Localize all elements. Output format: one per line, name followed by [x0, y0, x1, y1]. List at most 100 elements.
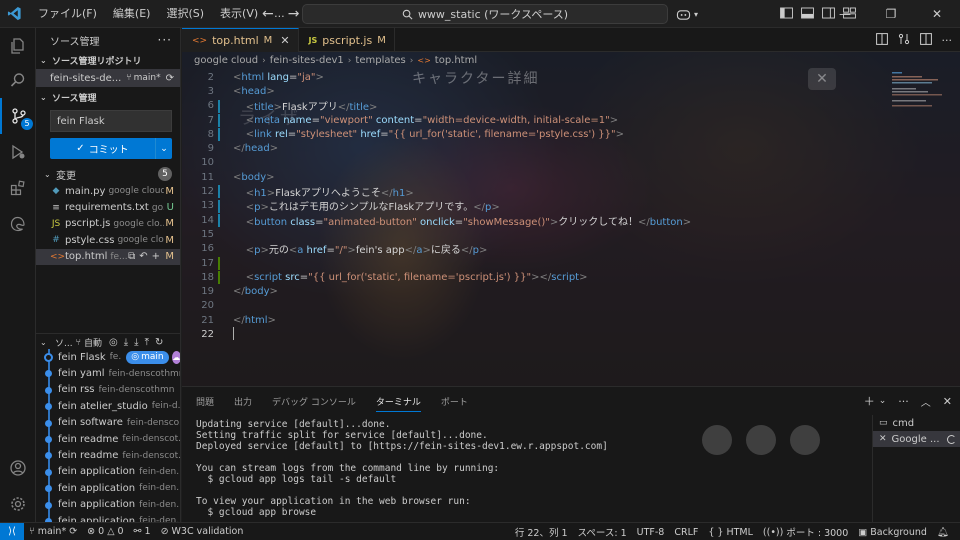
panel-tab[interactable]: ターミナル [375, 395, 421, 412]
graph-commit-row[interactable]: fein application fein-den... [36, 480, 180, 496]
status-ports[interactable]: ⚯ 1 [129, 526, 156, 537]
status-encoding[interactable]: UTF-8 [632, 527, 670, 538]
more-actions-icon[interactable]: ··· [158, 33, 172, 47]
command-center[interactable]: www_static (ワークスペース) [302, 4, 668, 24]
repository-row[interactable]: fein-sites-de... ⑂ main* ⟳ [36, 69, 180, 87]
search-icon[interactable] [0, 62, 36, 98]
panel-tab[interactable]: 問題 [196, 395, 214, 408]
status-branch[interactable]: ⑂ main* ⟳ [24, 526, 82, 537]
panel-tab[interactable]: 出力 [234, 395, 252, 408]
code-editor[interactable]: 2 <html lang="ja"> 3 <head> 6 <title>Flaskアプ… [182, 70, 960, 342]
graph-commit-row[interactable]: fein application fein-den... [36, 513, 180, 522]
chevron-down-icon[interactable]: ⌄ [879, 396, 887, 406]
commit-message-input[interactable]: fein Flask [50, 110, 172, 132]
graph-commit-row[interactable]: fein softwarefein-densco... [36, 415, 180, 431]
explorer-icon[interactable] [0, 28, 36, 64]
tab-top-html[interactable]: <> top.html M ✕ [182, 28, 299, 52]
status-background[interactable]: ▣ Background [853, 527, 932, 538]
status-eol[interactable]: CRLF [669, 527, 703, 538]
commit-button[interactable]: ✓ コミット [50, 138, 155, 159]
menu-file[interactable]: ファイル(F) [30, 0, 105, 28]
notifications-bell-icon[interactable]: 🔔︎ [932, 527, 954, 538]
status-cursor-position[interactable]: 行 22、列 1 [510, 525, 573, 539]
changed-file-row[interactable]: ◆ main.pygoogle cloud...M [36, 183, 180, 199]
menu-selection[interactable]: 選択(S) [158, 0, 212, 28]
close-icon[interactable]: ✕ [914, 0, 960, 28]
commit-dropdown-button[interactable]: ⌄ [155, 138, 172, 159]
gutter-added-marker[interactable] [218, 271, 220, 285]
refresh-icon[interactable]: ↻ [155, 337, 163, 348]
breadcrumb-item[interactable]: top.html [435, 55, 477, 66]
terminal-output[interactable]: Updating service [default]...done. Settin… [196, 419, 846, 518]
edge-devtools-icon[interactable] [0, 206, 36, 242]
panel-tab[interactable]: ポート [441, 395, 468, 408]
gutter-modified-marker[interactable] [218, 128, 220, 142]
manage-gear-icon[interactable] [0, 486, 36, 522]
fetch-icon[interactable]: ⤓ [124, 337, 128, 348]
menu-view[interactable]: 表示(V) [212, 0, 266, 28]
maximize-panel-icon[interactable]: ︿ [921, 394, 931, 409]
graph-commit-row[interactable]: fein readme fein-denscot... [36, 431, 180, 447]
status-w3c-validation[interactable]: ⊘ W3C validation [156, 526, 249, 537]
open-file-icon[interactable]: ⧉ [128, 251, 135, 262]
breadcrumb-item[interactable]: templates [355, 55, 405, 66]
open-preview-icon[interactable] [875, 32, 888, 48]
more-actions-icon[interactable]: ··· [942, 34, 953, 47]
back-arrow-icon[interactable]: ← [262, 6, 274, 22]
changed-file-row[interactable]: ≡ requirements.txtgo...U [36, 199, 180, 215]
sync-icon[interactable]: ⟳ [166, 73, 174, 84]
discard-changes-icon[interactable]: ↶ [139, 251, 147, 262]
pull-icon[interactable]: ⤓ [134, 337, 138, 348]
changed-file-row[interactable]: JS pscript.js google clo... M [36, 216, 180, 232]
repositories-section-header[interactable]: ⌄ ソース管理リポジトリ [36, 52, 180, 69]
graph-commit-row[interactable]: fein rss fein-denscothmn [36, 382, 180, 398]
graph-commit-row[interactable]: fein application fein-den... [36, 464, 180, 480]
panel-tab[interactable]: デバッグ コンソール [272, 395, 356, 408]
gutter-modified-marker[interactable] [218, 199, 220, 213]
repository-branch[interactable]: main* [134, 73, 161, 83]
target-icon[interactable]: ◎ [109, 337, 118, 348]
account-icon[interactable] [0, 450, 36, 486]
gutter-modified-marker[interactable] [218, 213, 220, 227]
graph-commit-row[interactable]: fein Flaskfe...◎main☁ [36, 349, 180, 365]
breadcrumb-item[interactable]: fein-sites-dev1 [270, 55, 344, 66]
changed-file-row[interactable]: <> top.html fe... ⧉ ↶ + M [36, 248, 180, 265]
push-icon[interactable]: ⤒ [145, 337, 149, 348]
graph-commit-row[interactable]: fein atelier_studiofein-d... [36, 398, 180, 414]
status-language[interactable]: { } HTML [703, 527, 758, 538]
graph-commit-row[interactable]: fein yaml fein-denscothmn [36, 365, 180, 381]
toggle-panel-icon[interactable] [801, 7, 814, 22]
graph-mode-label[interactable]: 自動 [84, 336, 102, 349]
restore-icon[interactable]: ❐ [868, 0, 914, 28]
tab-pscript-js[interactable]: JS pscript.js M [299, 28, 395, 52]
split-editor-icon[interactable] [919, 32, 932, 48]
gutter-modified-marker[interactable] [218, 185, 220, 199]
toggle-primary-sidebar-icon[interactable] [780, 7, 793, 22]
run-debug-icon[interactable] [0, 134, 36, 170]
close-panel-icon[interactable]: ✕ [943, 395, 952, 408]
copilot-menu[interactable]: ▾ [676, 4, 698, 24]
graph-commit-row[interactable]: fein readme fein-denscot... [36, 447, 180, 463]
changes-group-header[interactable]: ⌄ 変更 5 [36, 165, 180, 183]
source-control-icon[interactable]: 5 [0, 98, 36, 134]
open-changes-icon[interactable] [898, 33, 910, 48]
vscode-logo-icon[interactable] [0, 0, 28, 28]
status-indentation[interactable]: スペース: 1 [573, 525, 632, 539]
status-problems[interactable]: ⊗ 0 △ 0 [82, 526, 128, 537]
more-actions-icon[interactable]: ··· [898, 395, 909, 408]
terminal-instance[interactable]: ✕ Google ... [873, 431, 960, 447]
gutter-modified-marker[interactable] [218, 99, 220, 113]
stage-changes-icon[interactable]: + [152, 251, 160, 262]
gutter-modified-marker[interactable] [218, 113, 220, 127]
menu-edit[interactable]: 編集(E) [105, 0, 159, 28]
gutter-added-marker[interactable] [218, 256, 220, 270]
changed-file-row[interactable]: # pstyle.cssgoogle clou...M [36, 232, 180, 248]
status-port[interactable]: ((•)) ポート : 3000 [758, 525, 853, 540]
close-icon[interactable]: ✕ [280, 34, 289, 47]
new-terminal-icon[interactable]: ＋ [864, 393, 875, 409]
graph-commit-row[interactable]: fein application fein-den... [36, 497, 180, 513]
remote-indicator-icon[interactable]: ⟩⟨ [0, 522, 24, 540]
extensions-icon[interactable] [0, 170, 36, 206]
breadcrumb-item[interactable]: google cloud [194, 55, 258, 66]
minimap[interactable] [890, 70, 948, 110]
